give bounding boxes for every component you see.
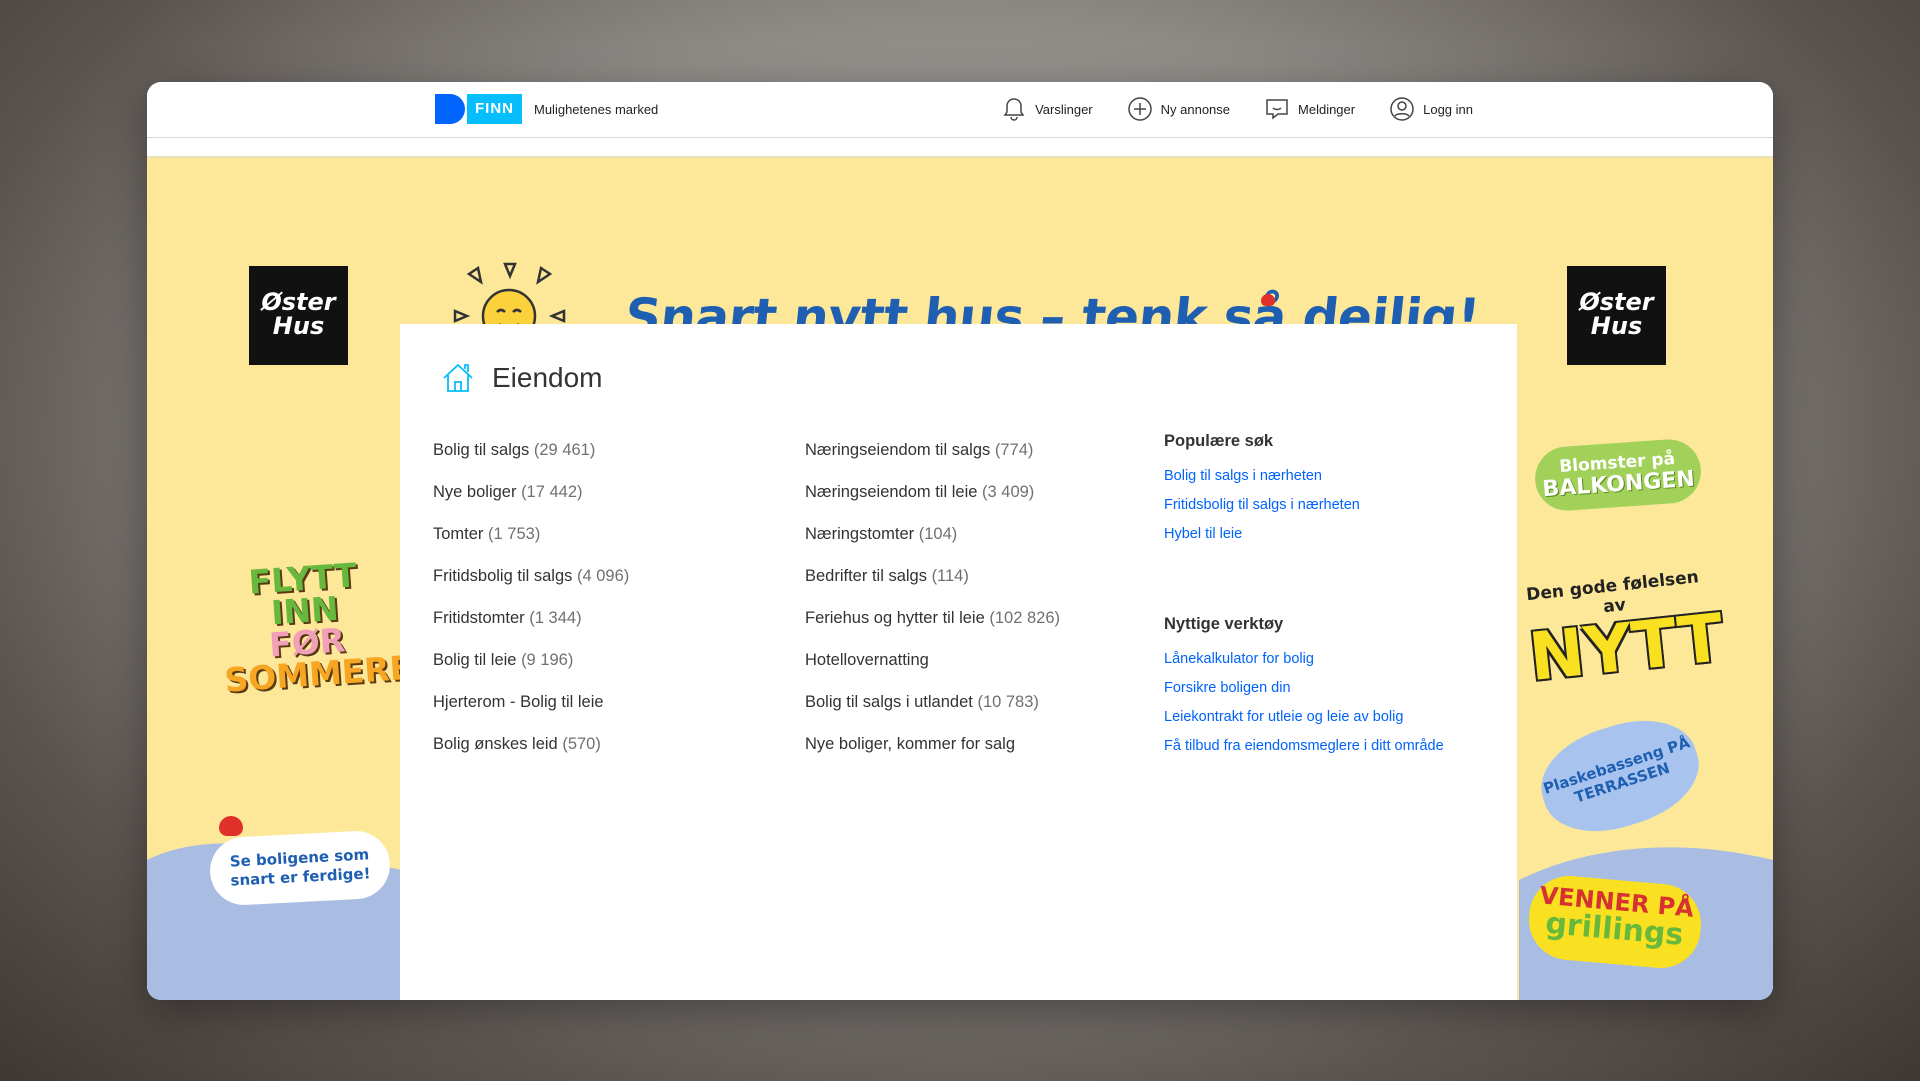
page-title: Eiendom (492, 362, 603, 393)
nav-new-ad[interactable]: Ny annonse (1127, 94, 1230, 124)
useful-tools-title: Nyttige verktøy (1164, 615, 1284, 633)
category-label: Fritidstomter (433, 609, 525, 627)
popular-search-link[interactable]: Bolig til salgs i nærheten (1164, 467, 1444, 496)
category-link[interactable]: Tomter (1 753) (433, 523, 629, 565)
finn-logo-mark (435, 94, 465, 124)
category-column-1: Bolig til salgs (29 461) Nye boliger (17… (433, 439, 629, 775)
category-link[interactable]: Næringseiendom til salgs (774) (805, 439, 1060, 481)
chat-icon (1266, 99, 1288, 120)
sticker-nytt-big: NYTT (1525, 599, 1728, 697)
popular-searches-title: Populære søk (1164, 432, 1274, 450)
bell-icon (1003, 98, 1025, 121)
category-label: Nye boliger, kommer for salg (805, 735, 1015, 753)
sticker-venner: VENNER PÅ grillings (1525, 872, 1705, 972)
category-label: Bolig til salgs (433, 441, 530, 459)
category-label: Fritidsbolig til salgs (433, 567, 573, 585)
category-count: (17 442) (521, 483, 583, 501)
category-link[interactable]: Bolig til leie (9 196) (433, 649, 629, 691)
oster-hus-logo-left[interactable]: Øster Hus (249, 266, 348, 365)
category-link[interactable]: Bedrifter til salgs (114) (805, 565, 1060, 607)
category-count: (29 461) (533, 441, 596, 459)
finn-logo[interactable]: FINN Mulighetenes marked (435, 94, 658, 124)
category-label: Næringseiendom til salgs (805, 441, 991, 459)
popular-search-link[interactable]: Hybel til leie (1164, 525, 1444, 554)
tool-link[interactable]: Lånekalkulator for bolig (1164, 650, 1444, 679)
category-link[interactable]: Nye boliger, kommer for salg (805, 733, 1060, 775)
category-count: (104) (918, 525, 958, 543)
category-count: (9 196) (521, 651, 574, 669)
user-icon (1390, 97, 1414, 121)
browser-window: FINN Mulighetenes marked Varslinger Ny a… (147, 82, 1773, 1000)
tagline: Mulighetenes marked (534, 101, 659, 117)
nav-menu: Varslinger Ny annonse Meldinger Logg inn (1001, 94, 1473, 124)
category-count: (774) (994, 441, 1034, 459)
category-link[interactable]: Hotellovernatting (805, 649, 1060, 691)
category-link[interactable]: Nye boliger (17 442) (433, 481, 629, 523)
sticker-nytt: Den gode følelsen av NYTT (1522, 567, 1728, 697)
tool-link[interactable]: Leiekontrakt for utleie og leie av bolig (1164, 708, 1444, 737)
category-link[interactable]: Næringseiendom til leie (3 409) (805, 481, 1060, 523)
nav-login-label: Logg inn (1423, 101, 1473, 117)
oster-hus-logo-right[interactable]: Øster Hus (1567, 266, 1666, 365)
category-label: Tomter (433, 525, 484, 543)
category-label: Hotellovernatting (805, 651, 929, 669)
eiendom-panel: Eiendom Bolig til salgs (29 461) Nye bol… (400, 324, 1517, 1000)
nav-new-ad-label: Ny annonse (1160, 101, 1231, 117)
category-count: (1 344) (529, 609, 582, 627)
plus-circle-icon (1127, 97, 1152, 121)
sticker-plaskebasseng: Plaskebasseng PÅ TERRASSEN (1528, 703, 1712, 849)
house-icon (443, 363, 473, 392)
sticker-blomster: Blomster på BALKONGEN (1532, 437, 1704, 513)
category-count: (1 753) (488, 525, 541, 543)
category-link[interactable]: Feriehus og hytter til leie (102 826) (805, 607, 1060, 649)
category-label: Nye boliger (433, 483, 517, 501)
category-label: Feriehus og hytter til leie (805, 609, 985, 627)
nav-messages[interactable]: Meldinger (1264, 94, 1355, 124)
category-link[interactable]: Bolig til salgs i utlandet (10 783) (805, 691, 1060, 733)
tool-link[interactable]: Få tilbud fra eiendomsmeglere i ditt omr… (1164, 737, 1444, 766)
ladybug-icon (219, 816, 243, 836)
category-link[interactable]: Fritidsbolig til salgs (4 096) (433, 565, 629, 607)
nav-notifications[interactable]: Varslinger (1001, 94, 1093, 124)
category-count: (3 409) (982, 483, 1035, 501)
sticker-se-boligene[interactable]: Se boligene som snart er ferdige! (208, 829, 392, 907)
nav-login[interactable]: Logg inn (1389, 94, 1473, 124)
category-link[interactable]: Bolig til salgs (29 461) (433, 439, 629, 481)
finn-logo-text: FINN (467, 94, 522, 124)
tool-link[interactable]: Forsikre boligen din (1164, 679, 1444, 708)
sidebar-links: Populære søk Bolig til salgs i nærheten … (1164, 432, 1444, 766)
nav-notifications-label: Varslinger (1035, 101, 1093, 117)
category-link[interactable]: Fritidstomter (1 344) (433, 607, 629, 649)
category-label: Bolig til salgs i utlandet (805, 693, 973, 711)
category-count: (114) (931, 567, 969, 585)
category-label: Næringseiendom til leie (805, 483, 978, 501)
category-count: (102 826) (989, 609, 1060, 627)
category-link[interactable]: Næringstomter (104) (805, 523, 1060, 565)
category-label: Næringstomter (805, 525, 915, 543)
nav-messages-label: Meldinger (1298, 101, 1356, 117)
category-label: Bolig til leie (433, 651, 517, 669)
category-column-2: Næringseiendom til salgs (774) Næringsei… (805, 439, 1060, 775)
page-header: Eiendom (440, 360, 603, 396)
category-link[interactable]: Bolig ønskes leid (570) (433, 733, 629, 775)
category-link[interactable]: Hjerterom - Bolig til leie (433, 691, 629, 733)
category-count: (570) (562, 735, 601, 753)
top-navigation: FINN Mulighetenes marked Varslinger Ny a… (147, 82, 1773, 138)
popular-search-link[interactable]: Fritidsbolig til salgs i nærheten (1164, 496, 1444, 525)
category-label: Bolig ønskes leid (433, 735, 558, 753)
ladybug-icon (1261, 294, 1275, 306)
sticker-flytt-inn: FLYTT INN FØR SOMMEREN! (217, 555, 456, 700)
category-count: (10 783) (977, 693, 1039, 711)
category-label: Hjerterom - Bolig til leie (433, 693, 604, 711)
sticker-flytt-line4: SOMMEREN! (223, 644, 456, 700)
header-divider (147, 139, 1773, 158)
category-label: Bedrifter til salgs (805, 567, 927, 585)
category-count: (4 096) (576, 567, 630, 585)
